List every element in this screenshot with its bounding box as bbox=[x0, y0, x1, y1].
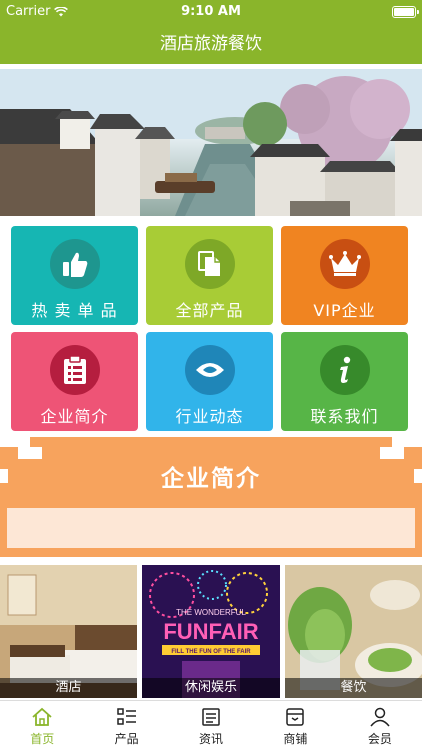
decor-notch bbox=[18, 437, 30, 459]
sign-top-text: THE WONDERFUL bbox=[176, 608, 246, 617]
tab-home[interactable]: 首页 bbox=[0, 701, 84, 750]
nav-bar: 酒店旅游餐饮 bbox=[0, 24, 422, 64]
info-icon bbox=[340, 356, 351, 383]
tile-label: 热 卖 单 品 bbox=[31, 301, 118, 320]
tab-label: 商铺 bbox=[283, 732, 308, 746]
decor-notch bbox=[392, 437, 404, 459]
clipboard-icon bbox=[64, 355, 86, 384]
tab-bar: 首页 产品 资讯 商铺 会员 bbox=[0, 700, 422, 750]
page-title: 酒店旅游餐饮 bbox=[160, 34, 262, 54]
tile-label: 行业动态 bbox=[175, 407, 244, 426]
tile-icon-circle bbox=[320, 239, 370, 289]
tile-company-profile[interactable]: 企业简介 bbox=[11, 332, 138, 431]
company-intro-section[interactable]: 企业简介 bbox=[0, 437, 422, 557]
category-grid: 热 卖 单 品 全部产品 VIP企业 企业简介 行业动态 联系我们 bbox=[11, 226, 408, 432]
thumbs-up-icon bbox=[63, 252, 88, 277]
card-leisure[interactable]: THE WONDERFUL FUNFAIR FILL THE FUN OF TH… bbox=[142, 565, 280, 698]
card-caption: 休闲娱乐 bbox=[142, 678, 280, 698]
tab-news[interactable]: 资讯 bbox=[169, 701, 253, 750]
home-icon bbox=[32, 707, 52, 726]
sign-main-text: FUNFAIR bbox=[163, 619, 258, 644]
decor-notch bbox=[30, 447, 42, 459]
tile-vip-companies[interactable]: VIP企业 bbox=[281, 226, 408, 325]
tile-label: VIP企业 bbox=[313, 301, 376, 320]
decor-notch bbox=[380, 447, 392, 459]
tab-products[interactable]: 产品 bbox=[84, 701, 168, 750]
tile-label: 联系我们 bbox=[310, 407, 379, 426]
user-icon bbox=[370, 707, 390, 727]
tile-icon-circle bbox=[50, 345, 100, 395]
eye-icon bbox=[196, 363, 224, 377]
tile-all-products[interactable]: 全部产品 bbox=[146, 226, 273, 325]
battery-icon bbox=[392, 6, 419, 18]
category-cards: 酒店 THE WONDERFUL FUNFAIR FILL THE FUN OF… bbox=[0, 565, 422, 698]
tab-label: 资讯 bbox=[199, 732, 224, 746]
sign-sub-text: FILL THE FUN OF THE FAIR bbox=[171, 649, 251, 655]
tab-member[interactable]: 会员 bbox=[338, 701, 422, 750]
news-icon bbox=[202, 708, 220, 726]
tile-label: 企业简介 bbox=[40, 407, 109, 426]
tab-label: 会员 bbox=[367, 732, 392, 746]
tile-icon-circle bbox=[185, 345, 235, 395]
tile-industry-news[interactable]: 行业动态 bbox=[146, 332, 273, 431]
crown-icon bbox=[329, 251, 361, 276]
banner-image[interactable] bbox=[0, 69, 422, 216]
tile-label: 全部产品 bbox=[175, 301, 244, 320]
tile-contact-us[interactable]: 联系我们 bbox=[281, 332, 408, 431]
tab-label: 产品 bbox=[114, 732, 139, 746]
decor-notch bbox=[0, 437, 18, 447]
card-dining[interactable]: 餐饮 bbox=[285, 565, 422, 698]
clock: 9:10 AM bbox=[181, 4, 241, 19]
tab-shop[interactable]: 商铺 bbox=[253, 701, 337, 750]
tile-hot-items[interactable]: 热 卖 单 品 bbox=[11, 226, 138, 325]
tile-icon-circle bbox=[50, 239, 100, 289]
grid-list-icon bbox=[116, 708, 136, 725]
decor-notch bbox=[404, 437, 422, 447]
canal-town-scene bbox=[0, 69, 422, 216]
tab-label: 首页 bbox=[30, 732, 55, 746]
card-caption: 餐饮 bbox=[285, 678, 422, 698]
intro-content-box bbox=[7, 508, 415, 548]
card-caption: 酒店 bbox=[0, 678, 137, 698]
section-title: 企业简介 bbox=[161, 466, 261, 492]
card-hotel[interactable]: 酒店 bbox=[0, 565, 137, 698]
tile-icon-circle bbox=[320, 345, 370, 395]
shop-icon bbox=[286, 708, 305, 726]
documents-icon bbox=[198, 251, 220, 276]
tile-icon-circle bbox=[185, 239, 235, 289]
status-bar: Carrier 9:10 AM bbox=[0, 0, 422, 24]
